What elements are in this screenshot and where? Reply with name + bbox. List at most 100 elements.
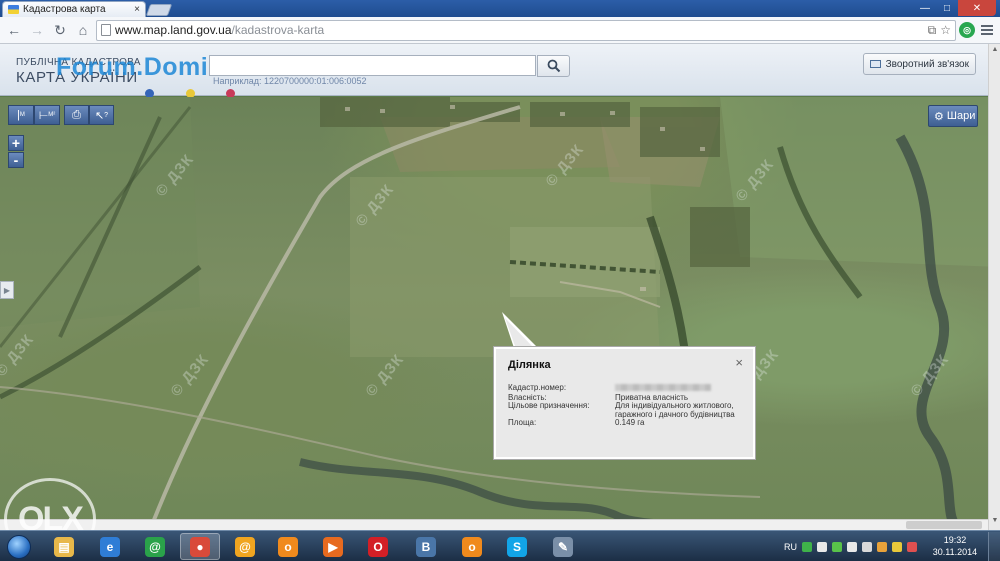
close-window-button[interactable]: ✕ bbox=[958, 0, 996, 16]
tab-close-icon[interactable]: × bbox=[134, 4, 140, 15]
clock-date: 30.11.2014 bbox=[932, 547, 978, 557]
taskbar-app-opera[interactable]: O bbox=[358, 533, 398, 560]
system-tray: RU bbox=[784, 535, 917, 559]
measure-area-button[interactable]: ⊢ М² bbox=[34, 105, 60, 125]
explorer-icon: ▤ bbox=[54, 536, 74, 557]
zoom-out-button[interactable]: - bbox=[8, 152, 24, 168]
taskbar-app-icq-agent[interactable]: @ bbox=[135, 533, 175, 560]
gear-icon: ⚙ bbox=[934, 110, 944, 123]
area-icon: ⊢ bbox=[38, 109, 49, 122]
taskbar-app-mail-agent[interactable]: @ bbox=[225, 533, 265, 560]
search-hint: Наприклад: 1220700000:01:006:0052 bbox=[213, 76, 367, 86]
media-player-icon: ▶ bbox=[323, 536, 343, 557]
browser-toolbar: ← → ↻ ⌂ www.map.land.gov.ua /kadastrova-… bbox=[0, 17, 1000, 44]
windows-taskbar: ▤ e @ ● @ о ▶ O Во S ✎ RU 19:32 30.11.2014 bbox=[0, 530, 1000, 561]
page-icon bbox=[101, 24, 111, 36]
vertical-scrollbar[interactable]: ▲ ▼ bbox=[988, 44, 1000, 530]
feedback-button[interactable]: Зворотний зв'язок bbox=[863, 53, 976, 75]
search-icon bbox=[547, 59, 560, 73]
url-path: /kadastrova-karta bbox=[231, 23, 325, 37]
identify-button[interactable]: ↖? bbox=[89, 105, 114, 125]
address-bar[interactable]: www.map.land.gov.ua /kadastrova-karta ⧉ … bbox=[96, 19, 956, 41]
tray-icon[interactable] bbox=[877, 542, 887, 552]
tray-icon[interactable] bbox=[817, 542, 827, 552]
cadastral-map[interactable]: © ДЗК © ДЗК © ДЗК © ДЗК © ДЗК © ДЗК © ДЗ… bbox=[0, 97, 1000, 530]
horizontal-scrollbar[interactable] bbox=[0, 519, 988, 530]
layers-button[interactable]: ⚙ Шари bbox=[928, 105, 978, 127]
opera-icon: O bbox=[368, 536, 388, 557]
taskbar-app-skype[interactable]: S bbox=[497, 533, 537, 560]
icq-agent-icon: @ bbox=[145, 536, 165, 557]
measure-distance-button[interactable]: | М bbox=[8, 105, 34, 125]
scroll-up-icon[interactable]: ▲ bbox=[990, 46, 1000, 56]
clock[interactable]: 19:32 30.11.2014 bbox=[930, 534, 980, 558]
show-desktop-button[interactable] bbox=[988, 532, 1000, 561]
tray-icon[interactable] bbox=[832, 542, 842, 552]
language-indicator[interactable]: RU bbox=[784, 542, 797, 552]
back-button[interactable]: ← bbox=[4, 20, 24, 40]
ie-icon: e bbox=[100, 536, 120, 557]
forward-button[interactable]: → bbox=[27, 20, 47, 40]
odnoklassniki-icon: о bbox=[278, 536, 298, 557]
window-controls: — □ ✕ bbox=[914, 0, 996, 16]
browser-menu-icon[interactable] bbox=[978, 21, 996, 39]
vkontakte-icon: В bbox=[416, 536, 436, 557]
taskbar-app-ie[interactable]: e bbox=[90, 533, 130, 560]
popup-pointer bbox=[502, 312, 538, 348]
taskbar-app-odnoklassniki[interactable]: о bbox=[268, 533, 308, 560]
search-button[interactable] bbox=[537, 55, 570, 77]
cursor-help-icon: ↖ bbox=[94, 109, 105, 122]
clock-time: 19:32 bbox=[943, 535, 967, 545]
browser-titlebar: Кадастрова карта × — □ ✕ bbox=[0, 0, 1000, 17]
bookmark-star-icon[interactable]: ☆ bbox=[940, 23, 951, 37]
maximize-button[interactable]: □ bbox=[936, 0, 958, 16]
parcel-info-popup: Ділянка × Кадастр.номер: Власність: Прив… bbox=[494, 347, 755, 459]
tray-icon[interactable] bbox=[907, 542, 917, 552]
taskbar-app-chrome[interactable]: ● bbox=[180, 533, 220, 560]
detail-label: Площа: bbox=[508, 418, 537, 427]
tray-icon[interactable] bbox=[892, 542, 902, 552]
chrome-icon: ● bbox=[190, 536, 210, 557]
skype-icon: S bbox=[507, 536, 527, 557]
site-header: ПУБЛІЧНА КАДАСТРОВА КАРТА УКРАЇНИ Forum.… bbox=[0, 44, 1000, 98]
scroll-down-icon[interactable]: ▼ bbox=[990, 517, 1000, 527]
taskbar-app-media-player[interactable]: ▶ bbox=[313, 533, 353, 560]
printer-icon: ⎙ bbox=[72, 108, 81, 121]
taskbar-app-explorer[interactable]: ▤ bbox=[44, 533, 84, 560]
feedback-label: Зворотний зв'язок bbox=[885, 58, 969, 70]
minimize-button[interactable]: — bbox=[914, 0, 936, 16]
detail-value: 0.149 га bbox=[615, 418, 645, 427]
print-button[interactable]: ⎙ bbox=[64, 105, 89, 125]
zoom-in-button[interactable]: + bbox=[8, 135, 24, 151]
mail-agent-icon: @ bbox=[235, 536, 255, 557]
reload-button[interactable]: ↻ bbox=[50, 20, 70, 40]
redacted-value bbox=[615, 384, 711, 391]
home-button[interactable]: ⌂ bbox=[73, 20, 93, 40]
favicon-icon bbox=[8, 5, 19, 14]
new-tab-button[interactable] bbox=[145, 4, 173, 16]
browser-tab[interactable]: Кадастрова карта × bbox=[2, 1, 146, 17]
taskbar-app-odnoklassniki-2[interactable]: о bbox=[452, 533, 492, 560]
windows-logo-icon bbox=[7, 534, 31, 559]
paint-tool-icon: ✎ bbox=[553, 536, 573, 557]
tray-icon[interactable] bbox=[862, 542, 872, 552]
tray-icon[interactable] bbox=[802, 542, 812, 552]
popup-title: Ділянка bbox=[508, 359, 551, 371]
start-button[interactable] bbox=[2, 532, 36, 561]
taskbar-app-paint-tool[interactable]: ✎ bbox=[543, 533, 583, 560]
cadastral-search-input[interactable] bbox=[209, 55, 536, 76]
scrollbar-thumb[interactable] bbox=[906, 521, 982, 529]
popup-close-icon[interactable]: × bbox=[735, 355, 743, 370]
taskbar-app-vkontakte[interactable]: В bbox=[406, 533, 446, 560]
side-panel-toggle[interactable]: ▶ bbox=[0, 281, 14, 299]
url-host: www.map.land.gov.ua bbox=[115, 23, 232, 37]
translate-icon[interactable]: ⧉ bbox=[928, 23, 937, 38]
detail-row-purpose: Цільове призначення: Для індивідуального… bbox=[508, 401, 741, 419]
detail-value: Для індивідуального житлового, гаражного… bbox=[615, 401, 735, 419]
tray-icon[interactable] bbox=[847, 542, 857, 552]
envelope-icon bbox=[870, 60, 881, 68]
extension-icon[interactable]: ◎ bbox=[959, 22, 975, 38]
detail-label: Цільове призначення: bbox=[508, 401, 590, 410]
tab-title: Кадастрова карта bbox=[23, 4, 106, 15]
layers-label: Шари bbox=[946, 110, 976, 122]
